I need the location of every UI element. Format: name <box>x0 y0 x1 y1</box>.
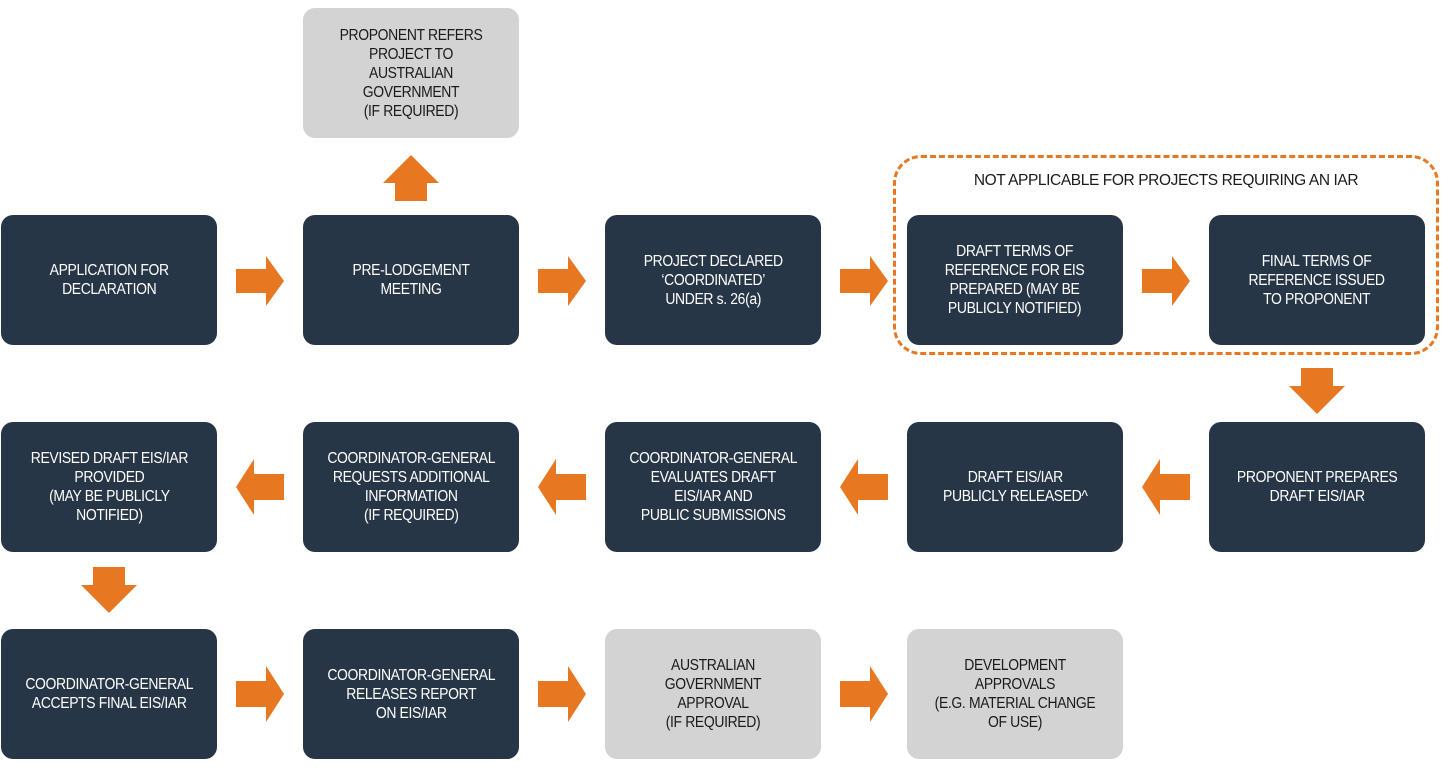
step-label: PROPONENT PREPARES DRAFT EIS/IAR <box>1236 469 1398 505</box>
arrow-right-icon <box>538 256 586 306</box>
step-final-tor: FINAL TERMS OF REFERENCE ISSUED TO PROPO… <box>1209 215 1425 345</box>
step-declared-coordinated: PROJECT DECLARED ‘COORDINATED’ UNDER s. … <box>605 215 821 345</box>
step-label: DRAFT EIS/IAR PUBLICLY RELEASED^ <box>942 469 1088 505</box>
step-label: PRE-LODGEMENT MEETING <box>352 262 470 298</box>
step-label: AUSTRALIAN GOVERNMENT APPROVAL (IF REQUI… <box>664 657 762 731</box>
arrow-left-icon <box>236 459 284 515</box>
step-prepares-draft: PROPONENT PREPARES DRAFT EIS/IAR <box>1209 422 1425 552</box>
step-label: COORDINATOR-GENERAL REQUESTS ADDITIONAL … <box>327 450 495 524</box>
arrow-right-icon <box>236 666 284 722</box>
step-label: REVISED DRAFT EIS/IAR PROVIDED (MAY BE P… <box>30 450 188 524</box>
step-refer-australian-gov: PROPONENT REFERS PROJECT TO AUSTRALIAN G… <box>303 8 519 138</box>
step-label: COORDINATOR-GENERAL RELEASES REPORT ON E… <box>327 666 495 722</box>
arrow-down-icon <box>81 567 137 613</box>
step-publicly-released: DRAFT EIS/IAR PUBLICLY RELEASED^ <box>907 422 1123 552</box>
arrow-right-icon <box>538 666 586 722</box>
step-label: FINAL TERMS OF REFERENCE ISSUED TO PROPO… <box>1248 252 1386 308</box>
step-pre-lodgement: PRE-LODGEMENT MEETING <box>303 215 519 345</box>
arrow-right-icon <box>236 256 284 306</box>
step-revised-draft: REVISED DRAFT EIS/IAR PROVIDED (MAY BE P… <box>1 422 217 552</box>
step-label: PROPONENT REFERS PROJECT TO AUSTRALIAN G… <box>339 26 483 120</box>
arrow-right-icon <box>1142 256 1190 306</box>
arrow-left-icon <box>538 459 586 515</box>
step-development-approvals: DEVELOPMENT APPROVALS (E.G. MATERIAL CHA… <box>907 629 1123 759</box>
arrow-left-icon <box>1142 459 1190 515</box>
iar-exclusion-label: NOT APPLICABLE FOR PROJECTS REQUIRING AN… <box>973 172 1359 189</box>
step-requests-info: COORDINATOR-GENERAL REQUESTS ADDITIONAL … <box>303 422 519 552</box>
step-label: COORDINATOR-GENERAL ACCEPTS FINAL EIS/IA… <box>25 676 193 712</box>
step-evaluates-draft: COORDINATOR-GENERAL EVALUATES DRAFT EIS/… <box>605 422 821 552</box>
step-label: DEVELOPMENT APPROVALS (E.G. MATERIAL CHA… <box>934 657 1096 731</box>
step-label: DRAFT TERMS OF REFERENCE FOR EIS PREPARE… <box>945 243 1085 317</box>
step-label: PROJECT DECLARED ‘COORDINATED’ UNDER s. … <box>643 252 783 308</box>
step-application: APPLICATION FOR DECLARATION <box>1 215 217 345</box>
step-label: COORDINATOR-GENERAL EVALUATES DRAFT EIS/… <box>629 450 797 524</box>
step-draft-tor: DRAFT TERMS OF REFERENCE FOR EIS PREPARE… <box>907 215 1123 345</box>
arrow-right-icon <box>840 666 888 722</box>
step-releases-report: COORDINATOR-GENERAL RELEASES REPORT ON E… <box>303 629 519 759</box>
step-accepts-final: COORDINATOR-GENERAL ACCEPTS FINAL EIS/IA… <box>1 629 217 759</box>
step-label: APPLICATION FOR DECLARATION <box>49 262 169 298</box>
arrow-down-icon <box>1289 368 1345 414</box>
arrow-left-icon <box>840 459 888 515</box>
arrow-right-icon <box>840 256 888 306</box>
arrow-up-icon <box>383 155 439 201</box>
step-australian-gov-approval: AUSTRALIAN GOVERNMENT APPROVAL (IF REQUI… <box>605 629 821 759</box>
